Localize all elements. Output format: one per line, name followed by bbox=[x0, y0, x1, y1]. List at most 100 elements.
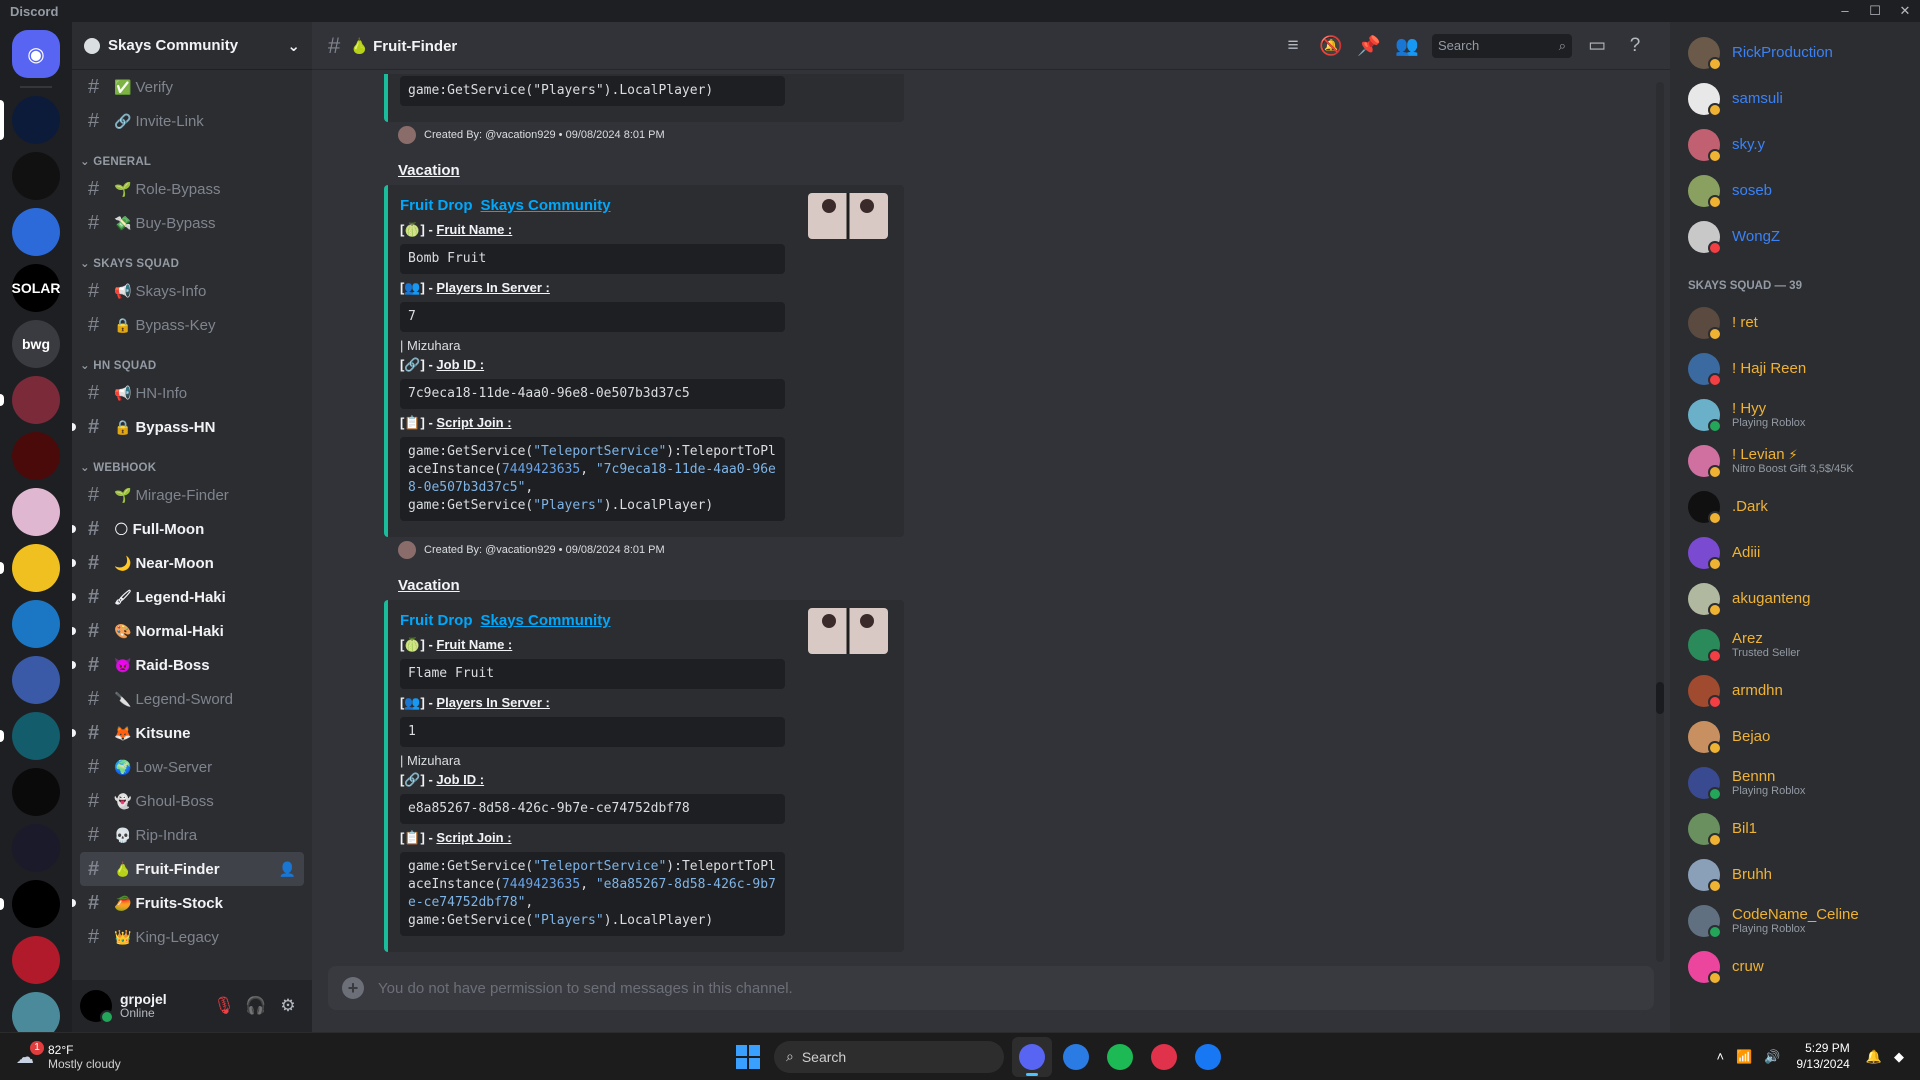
opera-app-icon[interactable] bbox=[1144, 1037, 1184, 1077]
member-item[interactable]: ! Haji Reen bbox=[1688, 346, 1912, 392]
member-item[interactable]: akuganteng bbox=[1688, 576, 1912, 622]
embed-link[interactable]: Skays Community bbox=[481, 612, 611, 629]
member-item[interactable]: cruw bbox=[1688, 944, 1912, 990]
channel-verify[interactable]: # ✅ Verify bbox=[80, 70, 304, 104]
channel-bypass-hn[interactable]: # 🔒 Bypass-HN bbox=[72, 410, 304, 444]
job-id-value[interactable]: e8a85267-8d58-426c-9b7e-ce74752dbf78 bbox=[400, 794, 785, 824]
players-value[interactable]: 7 bbox=[400, 302, 785, 332]
member-item[interactable]: ! Levian ⚡ Nitro Boost Gift 3,5$/45K bbox=[1688, 438, 1912, 484]
pin-icon[interactable]: 📌 bbox=[1350, 34, 1388, 58]
member-list-icon[interactable]: 👥 bbox=[1388, 34, 1426, 58]
messaging-app-icon[interactable] bbox=[1056, 1037, 1096, 1077]
spotify-app-icon[interactable] bbox=[1100, 1037, 1140, 1077]
channel-full-moon[interactable]: # 🌕 Full-Moon bbox=[72, 512, 304, 546]
channel-kitsune[interactable]: # 🦊 Kitsune bbox=[72, 716, 304, 750]
server-icon[interactable] bbox=[12, 488, 60, 536]
embed-thumbnail[interactable] bbox=[808, 608, 888, 654]
channel-mirage-finder[interactable]: # 🌱 Mirage-Finder bbox=[80, 478, 304, 512]
member-item[interactable]: armdhn bbox=[1688, 668, 1912, 714]
scrollbar[interactable] bbox=[1656, 82, 1664, 962]
fruit-name-value[interactable]: Bomb Fruit bbox=[400, 244, 785, 274]
member-item[interactable]: ! ret bbox=[1688, 300, 1912, 346]
message-author[interactable]: Vacation bbox=[384, 156, 904, 185]
server-icon[interactable] bbox=[0, 712, 60, 760]
home-icon[interactable]: ◉ bbox=[12, 30, 60, 78]
notification-bell-icon[interactable]: 🔔 bbox=[1866, 1049, 1882, 1065]
member-item[interactable]: ! Hyy Playing Roblox bbox=[1688, 392, 1912, 438]
channel-legend-sword[interactable]: # 🔪 Legend-Sword bbox=[80, 682, 304, 716]
mic-muted-icon[interactable]: 🎙 bbox=[208, 996, 240, 1016]
channel-fruits-stock[interactable]: # 🥭 Fruits-Stock bbox=[72, 886, 304, 920]
member-item[interactable]: sky.y bbox=[1688, 122, 1912, 168]
user-info[interactable]: grpojel Online bbox=[120, 991, 208, 1021]
server-icon[interactable] bbox=[12, 432, 60, 480]
server-icon[interactable] bbox=[12, 992, 60, 1032]
server-icon[interactable] bbox=[0, 96, 60, 144]
server-icon[interactable]: SOLAR bbox=[12, 264, 61, 312]
member-item[interactable]: .Dark bbox=[1688, 484, 1912, 530]
member-item[interactable]: Adiii bbox=[1688, 530, 1912, 576]
member-item[interactable]: soseb bbox=[1688, 168, 1912, 214]
channel-king-legacy[interactable]: # 👑 King-Legacy bbox=[80, 920, 304, 954]
channel-near-moon[interactable]: # 🌙 Near-Moon bbox=[72, 546, 304, 580]
copilot-icon[interactable]: ◆ bbox=[1894, 1049, 1904, 1065]
fruit-name-value[interactable]: Flame Fruit bbox=[400, 659, 785, 689]
message-composer[interactable]: + You do not have permission to send mes… bbox=[328, 966, 1654, 1010]
chevron-up-icon[interactable]: ˄ bbox=[1716, 1049, 1724, 1064]
server-icon[interactable] bbox=[12, 208, 60, 256]
server-icon[interactable] bbox=[12, 656, 60, 704]
embed-thumbnail[interactable] bbox=[808, 193, 888, 239]
channel-hn-info[interactable]: # 📢 HN-Info bbox=[80, 376, 304, 410]
channel-low-server[interactable]: # 🌍 Low-Server bbox=[80, 750, 304, 784]
discord-app-icon[interactable] bbox=[1012, 1036, 1052, 1077]
category-skays-squad[interactable]: SKAYS SQUAD bbox=[80, 240, 304, 274]
server-icon[interactable] bbox=[12, 768, 60, 816]
minimize-button[interactable]: – bbox=[1830, 3, 1860, 19]
channel-normal-haki[interactable]: # 🎨 Normal-Haki bbox=[72, 614, 304, 648]
member-item[interactable]: Bruhh bbox=[1688, 852, 1912, 898]
volume-icon[interactable]: 🔊 bbox=[1764, 1049, 1780, 1065]
help-icon[interactable]: ? bbox=[1616, 35, 1654, 57]
server-icon[interactable] bbox=[0, 880, 60, 928]
channel-legend-haki[interactable]: # 🖌 Legend-Haki bbox=[72, 580, 304, 614]
windows-start-icon[interactable] bbox=[736, 1044, 760, 1069]
server-icon[interactable] bbox=[0, 544, 60, 592]
job-id-value[interactable]: 7c9eca18-11de-4aa0-96e8-0e507b3d37c5 bbox=[400, 379, 785, 409]
channel-invite-link[interactable]: # 🔗 Invite-Link bbox=[80, 104, 304, 138]
threads-icon[interactable]: ≡ bbox=[1274, 35, 1312, 57]
category-webhook[interactable]: WEBHOOK bbox=[80, 444, 304, 478]
member-item[interactable]: RickProduction bbox=[1688, 30, 1912, 76]
member-item[interactable]: samsuli bbox=[1688, 76, 1912, 122]
channel-role-bypass[interactable]: # 🌱 Role-Bypass bbox=[80, 172, 304, 206]
notifications-muted-icon[interactable]: 🔕 bbox=[1312, 34, 1350, 58]
clock[interactable]: 5:29 PM 9/13/2024 bbox=[1796, 1041, 1849, 1072]
headphones-icon[interactable]: 🎧 bbox=[240, 996, 272, 1016]
wifi-icon[interactable]: 📶 bbox=[1736, 1049, 1752, 1065]
category-general[interactable]: GENERAL bbox=[80, 138, 304, 172]
script-code-block[interactable]: game:GetService("TeleportService"):Telep… bbox=[400, 852, 785, 936]
channel-skays-info[interactable]: # 📢 Skays-Info bbox=[80, 274, 304, 308]
server-icon[interactable]: bwg bbox=[12, 320, 60, 368]
server-icon[interactable] bbox=[12, 600, 60, 648]
avatar[interactable] bbox=[80, 990, 114, 1024]
embed-link[interactable]: Skays Community bbox=[481, 197, 611, 214]
member-item[interactable]: Bil1 bbox=[1688, 806, 1912, 852]
channel-buy-bypass[interactable]: # 💸 Buy-Bypass bbox=[80, 206, 304, 240]
member-item[interactable]: Bennn Playing Roblox bbox=[1688, 760, 1912, 806]
add-member-icon[interactable]: 👤 bbox=[279, 861, 296, 878]
category-hn-squad[interactable]: HN SQUAD bbox=[80, 342, 304, 376]
message-author[interactable]: Vacation bbox=[384, 571, 904, 600]
add-attachment-icon[interactable]: + bbox=[342, 977, 364, 999]
players-value[interactable]: 1 bbox=[400, 717, 785, 747]
server-icon[interactable] bbox=[12, 936, 60, 984]
script-code-block[interactable]: game:GetService("TeleportService"):Telep… bbox=[400, 437, 785, 521]
inbox-icon[interactable]: ▭ bbox=[1578, 34, 1616, 57]
server-icon[interactable] bbox=[12, 824, 60, 872]
scrollbar-thumb[interactable] bbox=[1656, 682, 1664, 714]
channel-fruit-finder[interactable]: # 🍐 Fruit-Finder 👤 bbox=[80, 852, 304, 886]
search-input[interactable]: Search ⌕ bbox=[1432, 33, 1572, 58]
messenger-app-icon[interactable] bbox=[1188, 1037, 1228, 1077]
chevron-down-icon[interactable]: ⌄ bbox=[287, 37, 300, 55]
maximize-button[interactable]: ☐ bbox=[1860, 3, 1890, 19]
channel-ghoul-boss[interactable]: # 👻 Ghoul-Boss bbox=[80, 784, 304, 818]
